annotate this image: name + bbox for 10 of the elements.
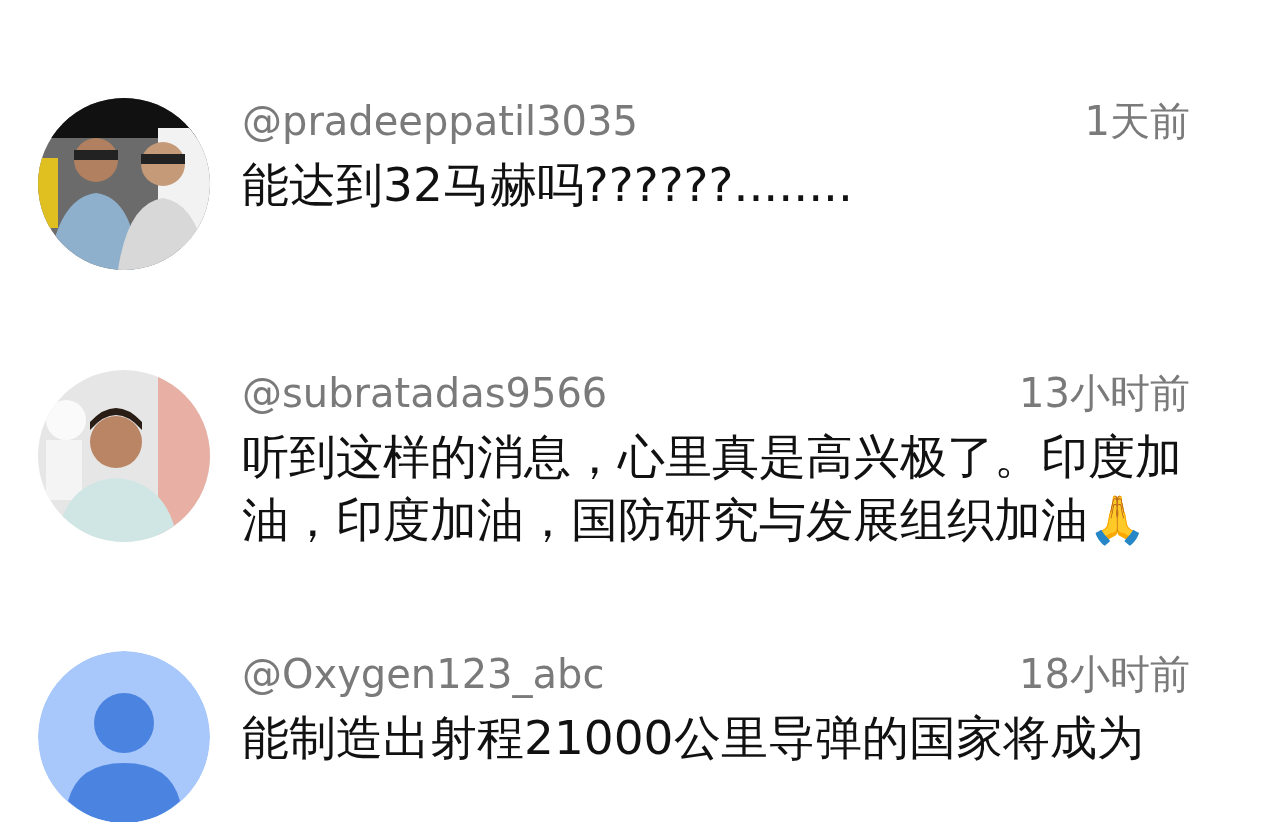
username[interactable]: @pradeeppatil3035 <box>242 90 638 153</box>
username[interactable]: @Oxygen123_abc <box>242 643 605 706</box>
comment-text: 能达到32马赫吗??????........ <box>242 156 854 214</box>
avatar-icon <box>38 651 210 822</box>
comment-text: 能制造出射程21000公里导弹的国家将成为 <box>242 709 1145 767</box>
comment-text: 听到这样的消息，心里真是高兴极了。印度加油，印度加油，国防研究与发展组织加油🙏 <box>242 428 1183 549</box>
username[interactable]: @subratadas9566 <box>242 362 608 425</box>
comment-time: 18小时前 <box>1019 650 1190 699</box>
comment-time: 13小时前 <box>1019 369 1190 418</box>
comment-time: 1天前 <box>1084 97 1190 146</box>
